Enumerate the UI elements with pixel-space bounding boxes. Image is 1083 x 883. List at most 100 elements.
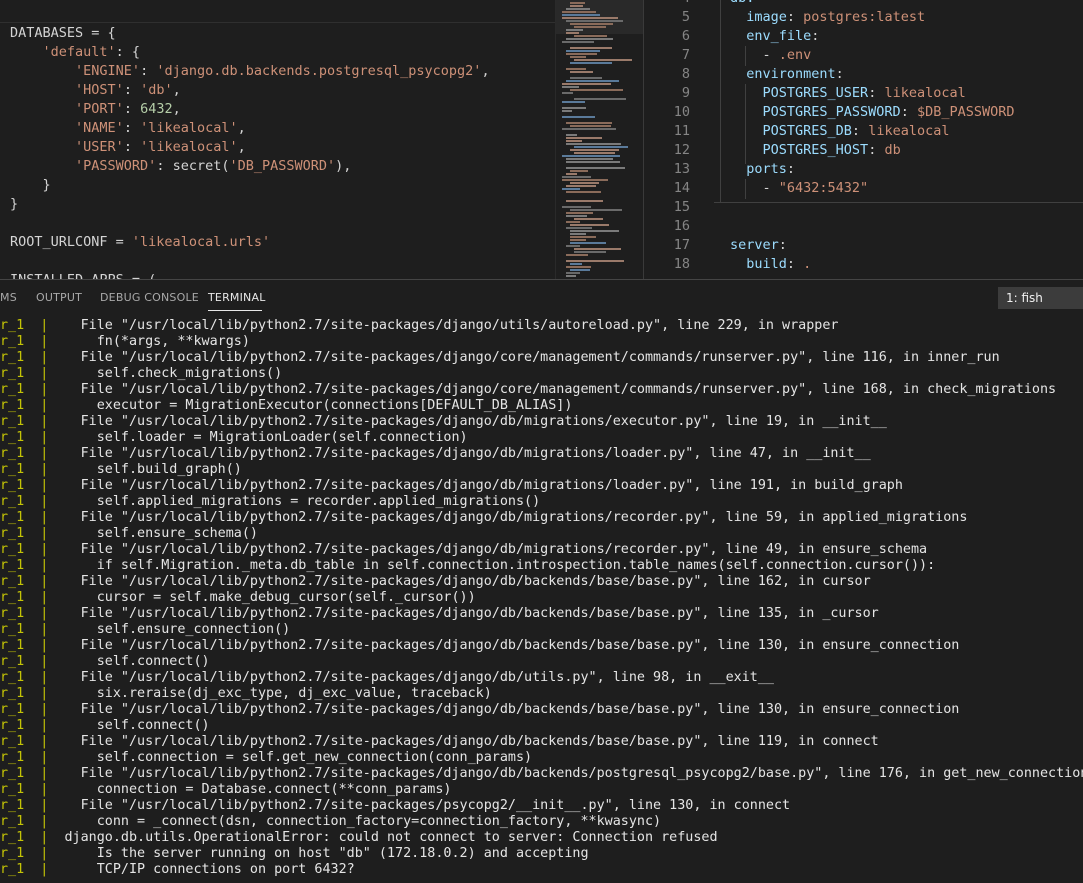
minimap-line	[570, 182, 599, 184]
code-token: 'PORT'	[75, 101, 124, 117]
minimap-line	[566, 80, 619, 82]
terminal-text: File "/usr/local/lib/python2.7/site-pack…	[65, 574, 871, 589]
minimap[interactable]	[555, 0, 644, 279]
terminal-text: django.db.utils.OperationalError: could …	[65, 830, 718, 845]
minimap-line	[562, 11, 596, 13]
minimap-line	[562, 101, 585, 103]
terminal-line: r_1 | File "/usr/local/lib/python2.7/sit…	[0, 510, 1083, 526]
code-line: image: postgres:latest	[730, 8, 1015, 27]
minimap-line	[562, 107, 586, 109]
line-number-gutter: 456789101112131415161718	[644, 0, 690, 274]
docker-compose-code[interactable]: db: image: postgres:latest env_file: - .…	[730, 0, 1015, 274]
minimap-line	[566, 137, 602, 139]
terminal-line: r_1 | File "/usr/local/lib/python2.7/sit…	[0, 414, 1083, 430]
tab-output[interactable]: OUTPUT	[36, 291, 82, 304]
minimap-line	[566, 221, 580, 223]
line-number: 8	[644, 65, 690, 84]
code-line: 'PASSWORD': secret('DB_PASSWORD'),	[10, 157, 490, 176]
code-token	[10, 82, 75, 98]
minimap-line	[566, 212, 593, 214]
tab-terminal[interactable]: TERMINAL	[208, 291, 266, 304]
minimap-line	[574, 218, 603, 220]
minimap-line	[574, 26, 606, 28]
minimap-line	[566, 20, 623, 22]
tab-problems[interactable]: MS	[0, 291, 17, 304]
terminal-line: r_1 | if self.Migration._meta.db_table i…	[0, 558, 1083, 574]
container-prefix: r_1 |	[0, 334, 65, 349]
minimap-line	[566, 140, 582, 142]
code-token: ,	[481, 63, 489, 79]
minimap-line	[570, 77, 602, 79]
code-line: - .env	[730, 46, 1015, 65]
container-prefix: r_1 |	[0, 734, 65, 749]
terminal-line: r_1 | Is the server running on host "db"…	[0, 846, 1083, 862]
code-token: :	[901, 104, 917, 120]
minimap-line	[562, 17, 618, 19]
minimap-line	[570, 239, 586, 241]
code-token: POSTGRES_HOST	[763, 142, 869, 158]
code-token	[730, 28, 746, 44]
code-token	[10, 63, 75, 79]
minimap-line	[566, 68, 586, 70]
code-token: :	[140, 63, 156, 79]
minimap-line	[570, 170, 588, 172]
line-number: 12	[644, 141, 690, 160]
code-line: server:	[730, 236, 1015, 255]
minimap-line	[570, 56, 586, 58]
terminal-text: File "/usr/local/lib/python2.7/site-pack…	[65, 318, 839, 333]
minimap-line	[570, 236, 596, 238]
terminal-text: if self.Migration._meta.db_table in self…	[65, 558, 936, 573]
code-token: POSTGRES_DB	[763, 123, 852, 139]
container-prefix: r_1 |	[0, 622, 65, 637]
container-prefix: r_1 |	[0, 398, 65, 413]
terminal-line: r_1 | django.db.utils.OperationalError: …	[0, 830, 1083, 846]
line-number: 13	[644, 160, 690, 179]
line-number: 15	[644, 198, 690, 217]
minimap-line	[562, 86, 579, 88]
editor-left[interactable]: DATABASES = { 'default': { 'ENGINE': 'dj…	[0, 0, 555, 279]
terminal-selector[interactable]: 1: fish	[998, 287, 1083, 309]
code-token: likealocal	[868, 123, 949, 139]
terminal-text: File "/usr/local/lib/python2.7/site-pack…	[65, 670, 774, 685]
code-token	[10, 120, 75, 136]
terminal-text: File "/usr/local/lib/python2.7/site-pack…	[65, 638, 960, 653]
terminal-line: r_1 | self.check_migrations()	[0, 366, 1083, 382]
terminal-text: File "/usr/local/lib/python2.7/site-pack…	[65, 542, 928, 557]
terminal-line: r_1 | six.reraise(dj_exc_type, dj_exc_va…	[0, 686, 1083, 702]
tab-debug-console[interactable]: DEBUG CONSOLE	[100, 291, 199, 304]
terminal-line: r_1 | self.loader = MigrationLoader(self…	[0, 430, 1083, 446]
minimap-line	[570, 230, 619, 232]
editor-right[interactable]: 456789101112131415161718 db: image: post…	[644, 0, 1083, 279]
code-token: :	[779, 237, 787, 253]
minimap-line	[562, 155, 620, 157]
minimap-line	[566, 272, 580, 274]
terminal-line: r_1 | self.applied_migrations = recorder…	[0, 494, 1083, 510]
code-token: 'db'	[140, 82, 173, 98]
minimap-line	[562, 206, 591, 208]
code-token: db	[884, 142, 900, 158]
code-token: :	[836, 66, 844, 82]
code-line: 'default': {	[10, 43, 490, 62]
code-line: ROOT_URLCONF = 'likealocal.urls'	[10, 233, 490, 252]
code-token: 'DB_PASSWORD'	[229, 158, 335, 174]
minimap-line	[570, 62, 612, 64]
bottom-panel: MS OUTPUT DEBUG CONSOLE TERMINAL 1: fish…	[0, 279, 1083, 883]
container-prefix: r_1 |	[0, 750, 65, 765]
minimap-line	[574, 248, 621, 250]
minimap-line	[566, 158, 613, 160]
code-line: ports:	[730, 160, 1015, 179]
python-settings-code[interactable]: DATABASES = { 'default': { 'ENGINE': 'dj…	[10, 24, 490, 279]
code-token	[730, 9, 746, 25]
line-number: 11	[644, 122, 690, 141]
terminal-text: cursor = self.make_debug_cursor(self._cu…	[65, 590, 476, 605]
container-prefix: r_1 |	[0, 638, 65, 653]
terminal-line: r_1 | self.connect()	[0, 718, 1083, 734]
terminal-output[interactable]: r_1 | File "/usr/local/lib/python2.7/sit…	[0, 318, 1083, 878]
code-token: 'NAME'	[75, 120, 124, 136]
code-line: }	[10, 195, 490, 214]
minimap-line	[570, 242, 606, 244]
terminal-text: File "/usr/local/lib/python2.7/site-pack…	[65, 478, 903, 493]
code-token: 'likealocal'	[140, 120, 238, 136]
editor-top-remnant	[0, 0, 555, 23]
container-prefix: r_1 |	[0, 670, 65, 685]
